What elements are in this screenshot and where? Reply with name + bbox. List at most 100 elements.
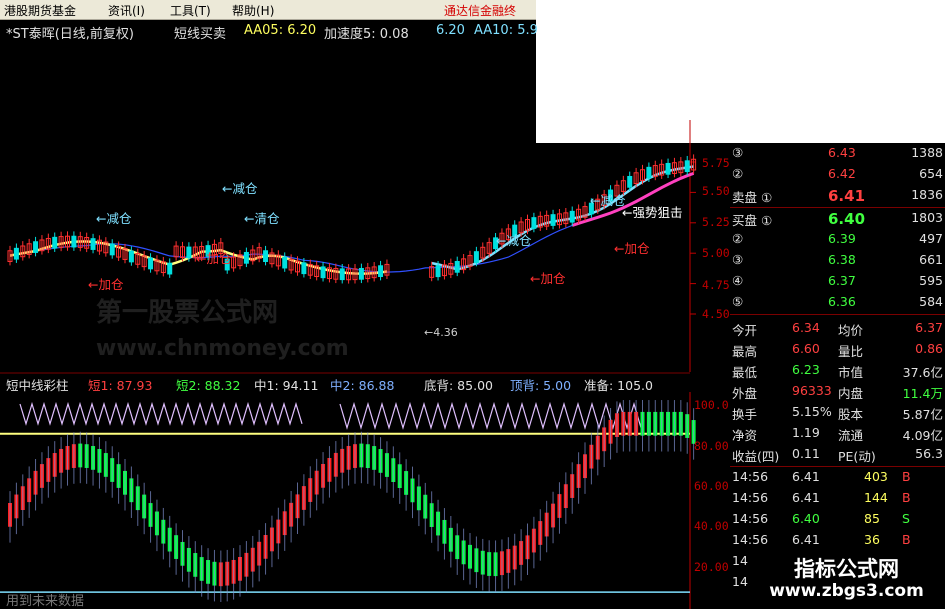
signal-pattern bbox=[339, 401, 642, 430]
bid-row: ④ 6.37 595 bbox=[730, 271, 945, 291]
stat-row: 收益(四) 0.11 PE(动) 56.3 bbox=[730, 444, 945, 464]
price-tick: 4.75 bbox=[702, 278, 730, 292]
stat-value: 56.3 bbox=[915, 446, 943, 461]
menu-tools[interactable]: 工具(T) bbox=[170, 2, 211, 19]
candle-body bbox=[282, 256, 288, 269]
signal-pattern bbox=[19, 401, 303, 426]
menu-info[interactable]: 资讯(I) bbox=[108, 2, 145, 19]
candle-body bbox=[550, 214, 556, 226]
ask-price: 6.41 bbox=[828, 187, 866, 205]
stat-value: 5.15% bbox=[792, 404, 832, 419]
short2-value: 短2: 88.32 bbox=[176, 378, 241, 393]
indicator-name: 短线买卖 bbox=[174, 27, 227, 42]
price-tick: 4.50 bbox=[702, 307, 730, 321]
indicator-panel-name: 短中线彩柱 bbox=[6, 378, 69, 393]
ask-level: ③ bbox=[732, 145, 744, 160]
annotation-add: ←加仓 bbox=[196, 251, 232, 266]
ask-price: 6.43 bbox=[828, 145, 856, 160]
tick-side: B bbox=[902, 490, 911, 505]
tick-time: 14:56 bbox=[732, 469, 769, 484]
ask-volume: 654 bbox=[919, 166, 943, 181]
tick-volume: 403 bbox=[864, 469, 888, 484]
watermark-url: www.chnmoney.com bbox=[96, 336, 349, 361]
stat-row: 最高 6.60 量比 0.86 bbox=[730, 339, 945, 359]
candle-body bbox=[665, 162, 671, 175]
low-price-label: ←4.36 bbox=[424, 326, 458, 339]
annotation-strong-snipe: ←强势狙击 bbox=[622, 205, 683, 220]
candle-body bbox=[473, 251, 479, 263]
future-data-warning: 用到未来数据 bbox=[6, 594, 85, 609]
ask-level: ② bbox=[732, 166, 744, 181]
stat-label: 市值 bbox=[838, 365, 864, 380]
candle-body bbox=[646, 166, 652, 179]
bid-row: 买盘 ① 6.40 1803 bbox=[730, 208, 945, 228]
accel-value: 加速度5: 0.08 bbox=[324, 27, 409, 42]
candle-body bbox=[186, 246, 192, 259]
bid-volume: 584 bbox=[919, 294, 943, 309]
stat-label: 内盘 bbox=[838, 386, 864, 401]
tick-side: S bbox=[902, 511, 910, 526]
tick-row: 14:56 6.41 144 B bbox=[730, 488, 945, 508]
quote-separator bbox=[730, 207, 945, 208]
price-tick: 5.75 bbox=[702, 156, 730, 170]
candle-body bbox=[263, 250, 269, 262]
logo-url: www.zbgs3.com bbox=[769, 581, 924, 601]
site-logo: 指标公式网 www.zbgs3.com bbox=[748, 547, 945, 609]
mid1-value: 中1: 94.11 bbox=[254, 378, 319, 393]
candle-body bbox=[627, 175, 633, 188]
annotation-add: ←加仓 bbox=[88, 277, 124, 292]
quote-separator bbox=[730, 466, 945, 467]
ask-row: 卖盘 ① 6.41 1836 bbox=[730, 185, 945, 205]
tick-time: 14:56 bbox=[732, 511, 769, 526]
quote-panel: ③ 6.43 1388 ② 6.42 654 卖盘 ① 6.41 1836 买盘 ① 6.40 180… bbox=[730, 143, 945, 609]
broker-name: 通达信金融终 bbox=[444, 4, 517, 18]
tick-price: 6.40 bbox=[792, 511, 820, 526]
price-tick: 5.00 bbox=[702, 246, 730, 260]
candle-body bbox=[128, 250, 134, 263]
ready-value: 准备: 105.0 bbox=[584, 378, 653, 393]
stat-value: 11.4万 bbox=[902, 386, 943, 401]
annotation-reduce: ←减仓 bbox=[96, 211, 132, 226]
stat-label: 净资 bbox=[732, 428, 758, 443]
chart-area[interactable]: 5.75 5.50 5.25 5.00 4.75 4.50 ←减仓 ←减仓 ←清… bbox=[0, 42, 730, 609]
menu-hk-futures-funds[interactable]: 港股期货基金 bbox=[4, 2, 76, 19]
tick-time: 14:56 bbox=[732, 490, 769, 505]
mid2-value: 中2: 86.88 bbox=[330, 378, 395, 393]
bottom-divergence-value: 底背: 85.00 bbox=[424, 378, 493, 393]
stat-value: 6.34 bbox=[792, 320, 820, 335]
indicator-tick: 80.00 bbox=[694, 439, 729, 453]
stat-label: 最高 bbox=[732, 344, 758, 359]
tick-time: 14:56 bbox=[732, 532, 769, 547]
bid-price: 6.40 bbox=[828, 210, 866, 228]
aa10-value: AA10: 5.9 bbox=[474, 23, 538, 38]
candle-body bbox=[569, 210, 575, 223]
candle-body bbox=[71, 235, 77, 248]
stat-value: 6.60 bbox=[792, 341, 820, 356]
candle-body bbox=[167, 262, 173, 275]
indicator-tick: 40.00 bbox=[694, 519, 729, 533]
indicator-tick: 60.00 bbox=[694, 479, 729, 493]
ask-level: 卖盘 ① bbox=[732, 190, 773, 205]
aa05-value: AA05: 6.20 bbox=[244, 23, 317, 38]
stock-title: *ST泰晖(日线,前复权) bbox=[6, 27, 134, 42]
ask-row: ② 6.42 654 bbox=[730, 164, 945, 184]
menu-help[interactable]: 帮助(H) bbox=[232, 2, 274, 19]
candle-body bbox=[531, 217, 537, 229]
bid-volume: 497 bbox=[919, 231, 943, 246]
ask-price: 6.42 bbox=[828, 166, 856, 181]
stat-value: 96333 bbox=[792, 383, 832, 398]
annotation-clear: ←清仓 bbox=[244, 211, 280, 226]
val-value: 6.20 bbox=[436, 23, 465, 38]
stat-value: 37.6亿 bbox=[902, 365, 943, 380]
stat-label: 外盘 bbox=[732, 386, 758, 401]
stat-label: 量比 bbox=[838, 344, 864, 359]
annotation-reduce: ←减仓 bbox=[496, 233, 532, 248]
bid-volume: 595 bbox=[919, 273, 943, 288]
ask-volume: 1836 bbox=[911, 187, 943, 202]
candle-body bbox=[90, 238, 96, 250]
stat-label: 股本 bbox=[838, 407, 864, 422]
stat-label: PE(动) bbox=[838, 449, 876, 464]
stat-value: 6.23 bbox=[792, 362, 820, 377]
candle-body bbox=[378, 265, 384, 278]
candle-body bbox=[684, 160, 690, 173]
